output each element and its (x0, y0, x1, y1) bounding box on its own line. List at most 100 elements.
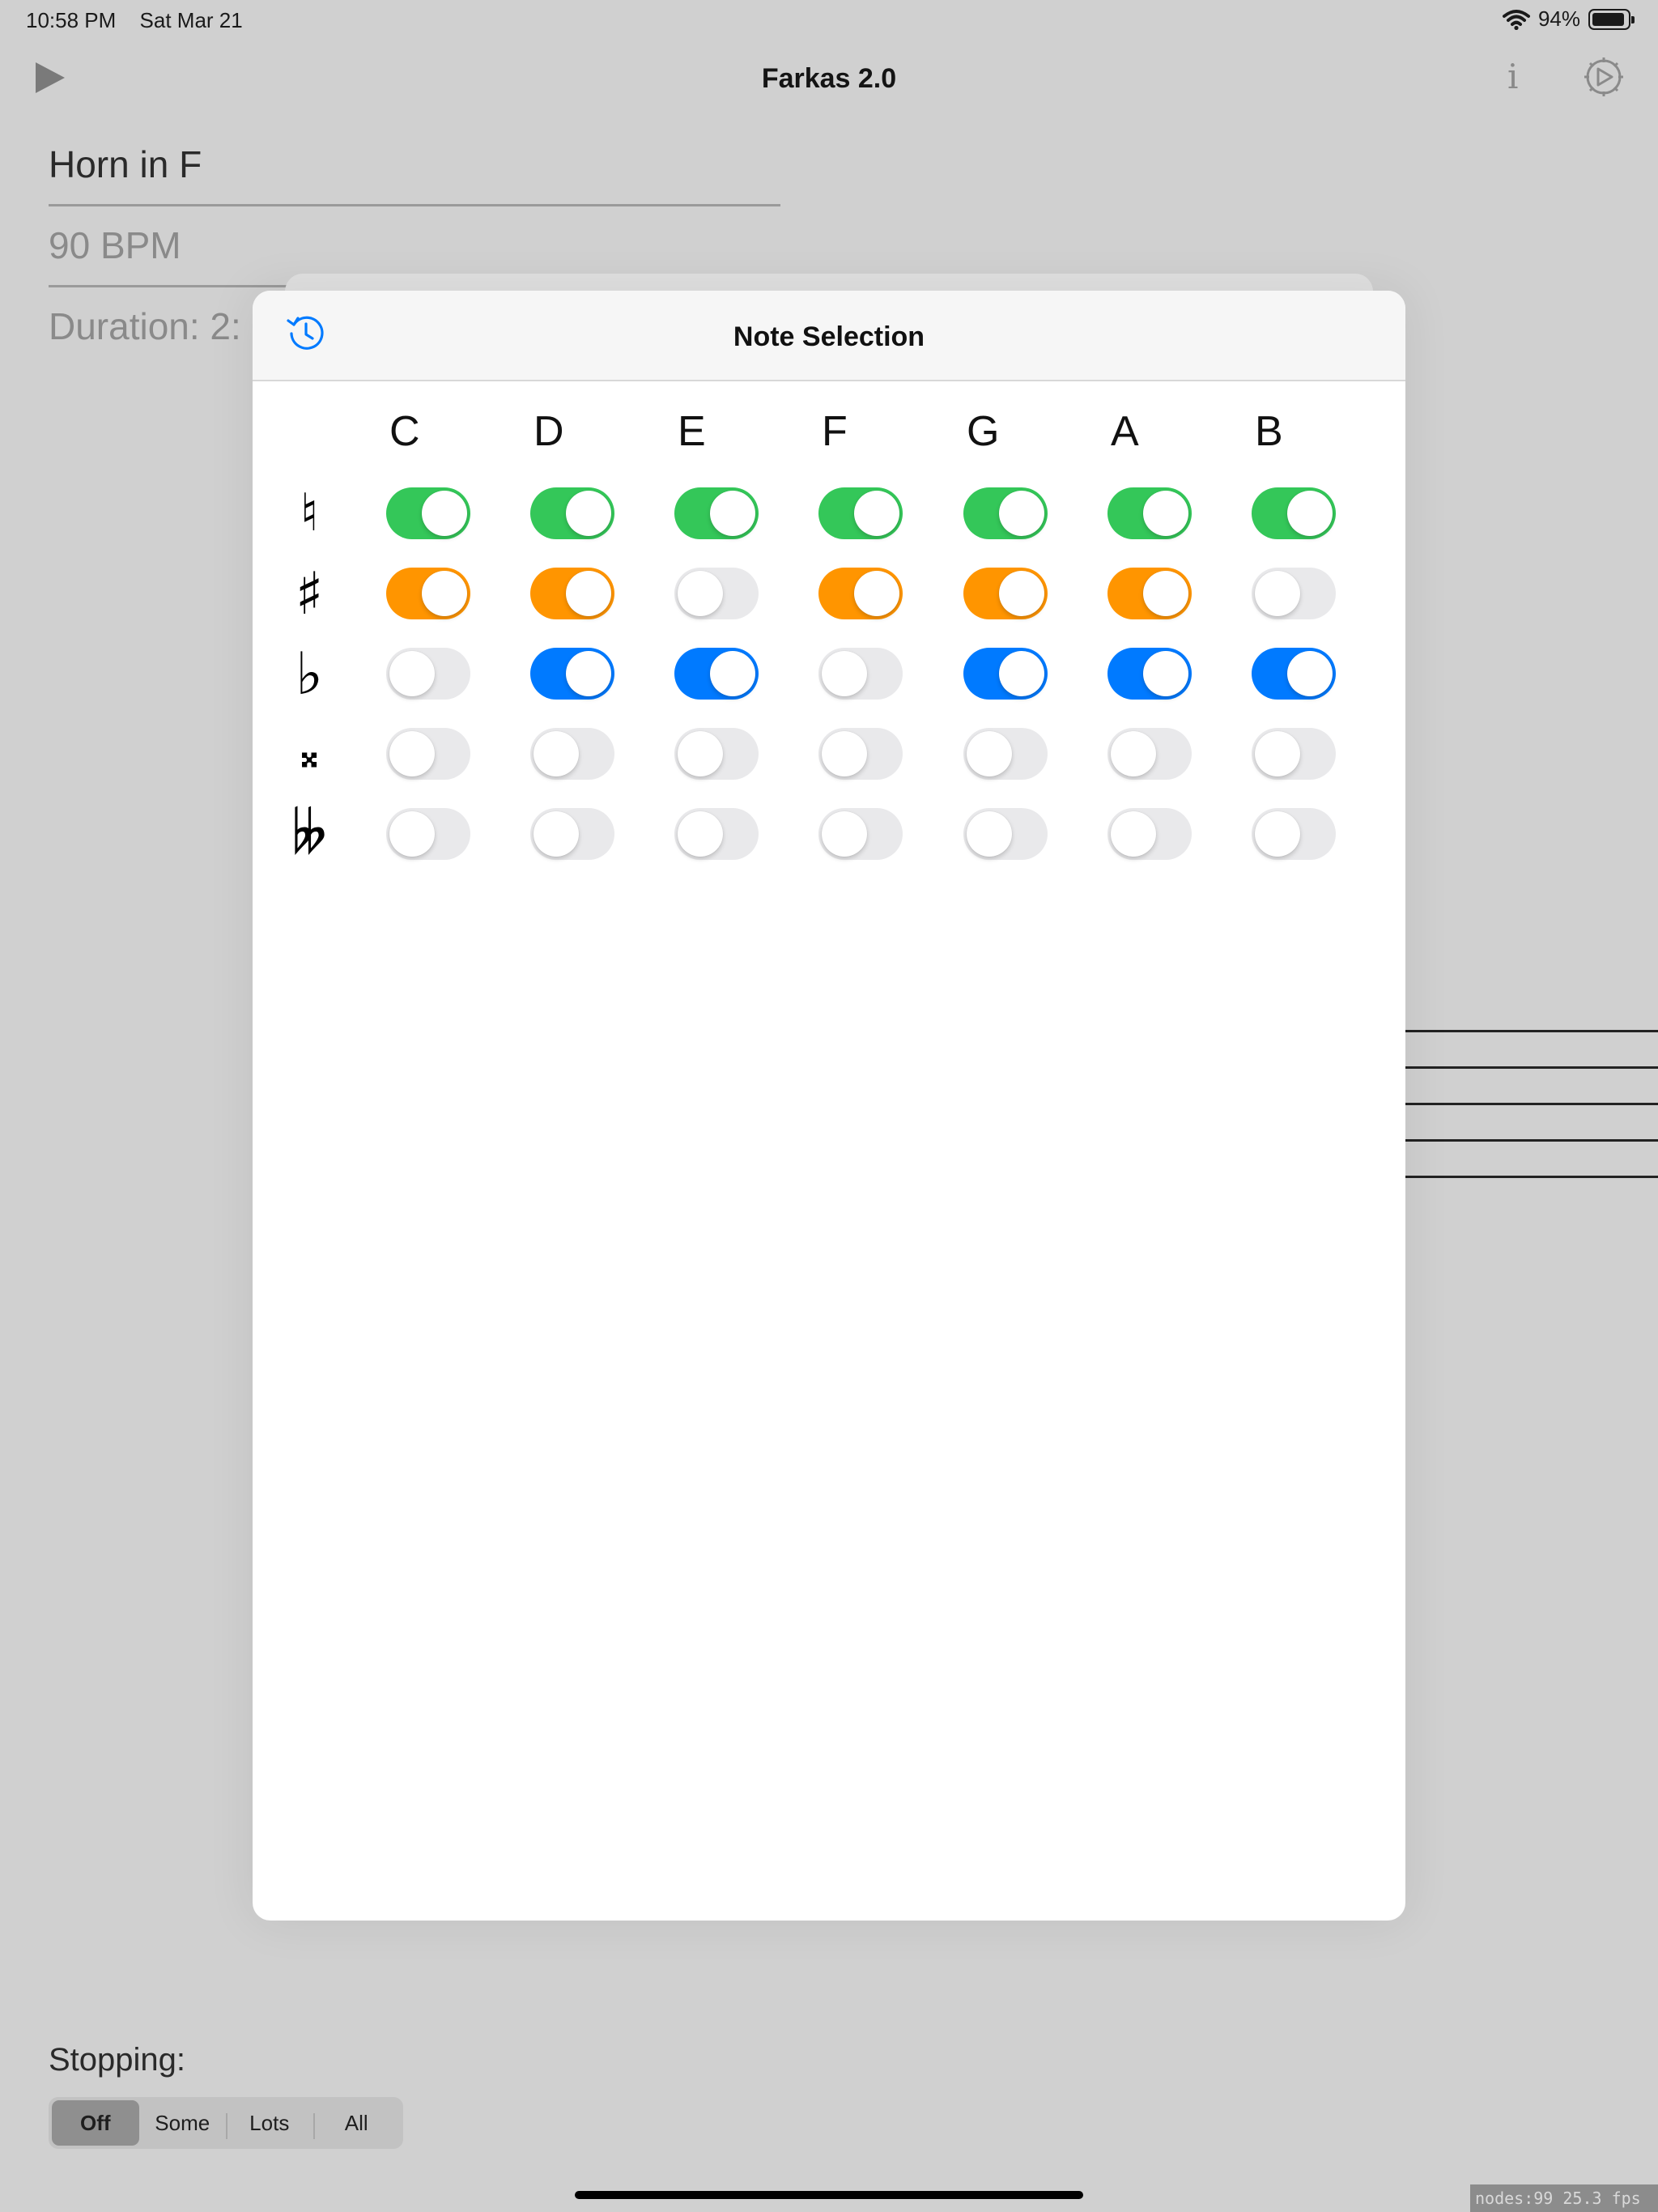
column-header-b: B (1255, 408, 1283, 455)
staff-line (1405, 1176, 1658, 1178)
toggle-knob (1111, 811, 1156, 857)
toggle-knob (1255, 731, 1300, 776)
toggle-double-sharp-d[interactable] (530, 728, 614, 780)
modal-title: Note Selection (733, 321, 925, 352)
toggle-knob (422, 491, 467, 536)
double-sharp-icon: 𝄪 (300, 730, 318, 776)
toggle-sharp-f[interactable] (818, 568, 903, 619)
toggle-flat-g[interactable] (963, 648, 1048, 700)
toggle-natural-b[interactable] (1252, 487, 1336, 539)
toggle-double-flat-c[interactable] (386, 808, 470, 860)
toggle-knob (967, 811, 1012, 857)
toggle-knob (710, 491, 755, 536)
toggle-knob (389, 811, 435, 857)
stopping-option-off[interactable]: Off (52, 2100, 139, 2146)
column-header-e: E (678, 408, 706, 455)
toggle-natural-d[interactable] (530, 487, 614, 539)
toggle-knob (1143, 571, 1188, 616)
stopping-option-lots[interactable]: Lots (226, 2100, 313, 2146)
toggle-natural-c[interactable] (386, 487, 470, 539)
column-header-g: G (967, 408, 1000, 455)
modal-header: Note Selection (253, 291, 1405, 381)
toggle-natural-f[interactable] (818, 487, 903, 539)
toggle-sharp-a[interactable] (1107, 568, 1192, 619)
toggle-knob (1287, 491, 1333, 536)
staff-line (1405, 1139, 1658, 1142)
toggle-double-flat-d[interactable] (530, 808, 614, 860)
toggle-knob (854, 571, 899, 616)
toggle-flat-d[interactable] (530, 648, 614, 700)
toggle-sharp-c[interactable] (386, 568, 470, 619)
toggle-knob (534, 811, 579, 857)
battery-icon (1588, 8, 1635, 30)
toggle-flat-e[interactable] (674, 648, 759, 700)
toggle-knob (999, 651, 1044, 696)
column-header-d: D (534, 408, 564, 455)
toggle-knob (1143, 651, 1188, 696)
toggle-knob (389, 651, 435, 696)
toggle-double-sharp-e[interactable] (674, 728, 759, 780)
stopping-option-all[interactable]: All (312, 2100, 401, 2146)
note-selection-modal: Note Selection C D E F G A B ♮ ♯ ♭ 𝄪 𝄫 (253, 291, 1405, 1921)
stopping-label: Stopping: (49, 2042, 186, 2078)
toggle-double-flat-g[interactable] (963, 808, 1048, 860)
instrument-field[interactable]: Horn in F (49, 143, 202, 186)
home-indicator[interactable] (575, 2191, 1083, 2199)
toggle-double-flat-f[interactable] (818, 808, 903, 860)
toggle-knob (822, 651, 867, 696)
toggle-double-flat-a[interactable] (1107, 808, 1192, 860)
staff-line (1405, 1066, 1658, 1069)
wifi-icon (1502, 9, 1530, 30)
toggle-knob (1255, 811, 1300, 857)
toggle-knob (678, 811, 723, 857)
toggle-double-sharp-g[interactable] (963, 728, 1048, 780)
battery-percent: 94% (1537, 6, 1580, 31)
duration-field[interactable]: Duration: 2: (49, 304, 241, 348)
status-time: 10:58 PM (26, 8, 117, 32)
toggle-sharp-e[interactable] (674, 568, 759, 619)
toggle-double-sharp-c[interactable] (386, 728, 470, 780)
stopping-option-some[interactable]: Some (139, 2100, 227, 2146)
gear-icon[interactable] (1582, 55, 1626, 99)
toggle-knob (1143, 491, 1188, 536)
toggle-knob (999, 571, 1044, 616)
toggle-knob (710, 651, 755, 696)
toggle-sharp-d[interactable] (530, 568, 614, 619)
debug-overlay: nodes:99 25.3 fps (1470, 2184, 1658, 2212)
toggle-double-sharp-b[interactable] (1252, 728, 1336, 780)
natural-icon: ♮ (300, 483, 319, 543)
toggle-flat-b[interactable] (1252, 648, 1336, 700)
toggle-flat-f[interactable] (818, 648, 903, 700)
toggle-knob (678, 731, 723, 776)
instrument-underline (49, 204, 780, 206)
column-header-c: C (389, 408, 420, 455)
toggle-double-flat-b[interactable] (1252, 808, 1336, 860)
toggle-knob (1255, 571, 1300, 616)
toggle-double-flat-e[interactable] (674, 808, 759, 860)
staff-line (1405, 1030, 1658, 1032)
tempo-field[interactable]: 90 BPM (49, 223, 181, 267)
toggle-knob (422, 571, 467, 616)
battery-level (1592, 12, 1625, 26)
toggle-knob (1111, 731, 1156, 776)
column-header-f: F (822, 408, 848, 455)
toggle-sharp-g[interactable] (963, 568, 1048, 619)
sharp-icon: ♯ (295, 559, 324, 627)
toggle-double-sharp-a[interactable] (1107, 728, 1192, 780)
flat-icon: ♭ (295, 640, 323, 708)
toggle-natural-a[interactable] (1107, 487, 1192, 539)
stopping-segmented-control[interactable]: Off Some Lots All (49, 2097, 403, 2149)
toggle-flat-a[interactable] (1107, 648, 1192, 700)
double-flat-icon: 𝄫 (291, 799, 327, 867)
toggle-knob (1287, 651, 1333, 696)
toggle-natural-g[interactable] (963, 487, 1048, 539)
staff-line (1405, 1103, 1658, 1105)
nav-bar: Farkas 2.0 i (0, 45, 1658, 110)
toggle-natural-e[interactable] (674, 487, 759, 539)
toggle-knob (566, 571, 611, 616)
toggle-knob (967, 731, 1012, 776)
info-icon[interactable]: i (1507, 57, 1518, 96)
toggle-double-sharp-f[interactable] (818, 728, 903, 780)
toggle-sharp-b[interactable] (1252, 568, 1336, 619)
toggle-flat-c[interactable] (386, 648, 470, 700)
